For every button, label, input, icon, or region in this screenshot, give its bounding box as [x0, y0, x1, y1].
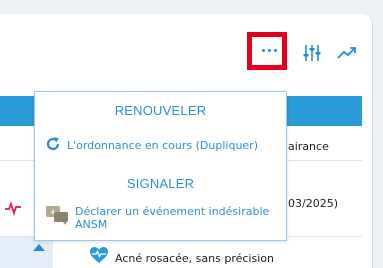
- more-horizontal-icon[interactable]: [262, 49, 277, 52]
- row-text: airance: [288, 140, 329, 153]
- collapse-arrow-icon[interactable]: [33, 244, 45, 251]
- diagnosis-label: Acné rosacée, sans précision: [115, 252, 274, 265]
- sliders-icon[interactable]: [301, 42, 323, 64]
- actions-popup-menu: RENOUVELER L'ordonnance en cours (Dupliq…: [34, 91, 287, 241]
- row-text: 03/2025): [288, 197, 338, 210]
- report-adverse-event-label: Déclarer un événement indésirable: [75, 205, 270, 218]
- heart-pulse-icon: [89, 246, 109, 268]
- trending-up-icon[interactable]: [335, 42, 359, 64]
- report-adverse-event-sublabel: ANSM: [75, 218, 108, 231]
- duplicate-prescription-item[interactable]: L'ordonnance en cours (Dupliquer): [45, 136, 258, 156]
- report-chat-icon: +: [45, 204, 69, 230]
- row-toggle-cell[interactable]: [0, 237, 53, 268]
- report-section-title: SIGNALER: [126, 176, 195, 191]
- report-adverse-event-item[interactable]: + Déclarer un événement indésirable ANSM: [45, 204, 269, 231]
- renew-section-title: RENOUVELER: [114, 103, 207, 118]
- heartbeat-icon: [4, 200, 22, 220]
- refresh-icon: [45, 136, 61, 156]
- duplicate-prescription-label: L'ordonnance en cours (Dupliquer): [67, 139, 258, 152]
